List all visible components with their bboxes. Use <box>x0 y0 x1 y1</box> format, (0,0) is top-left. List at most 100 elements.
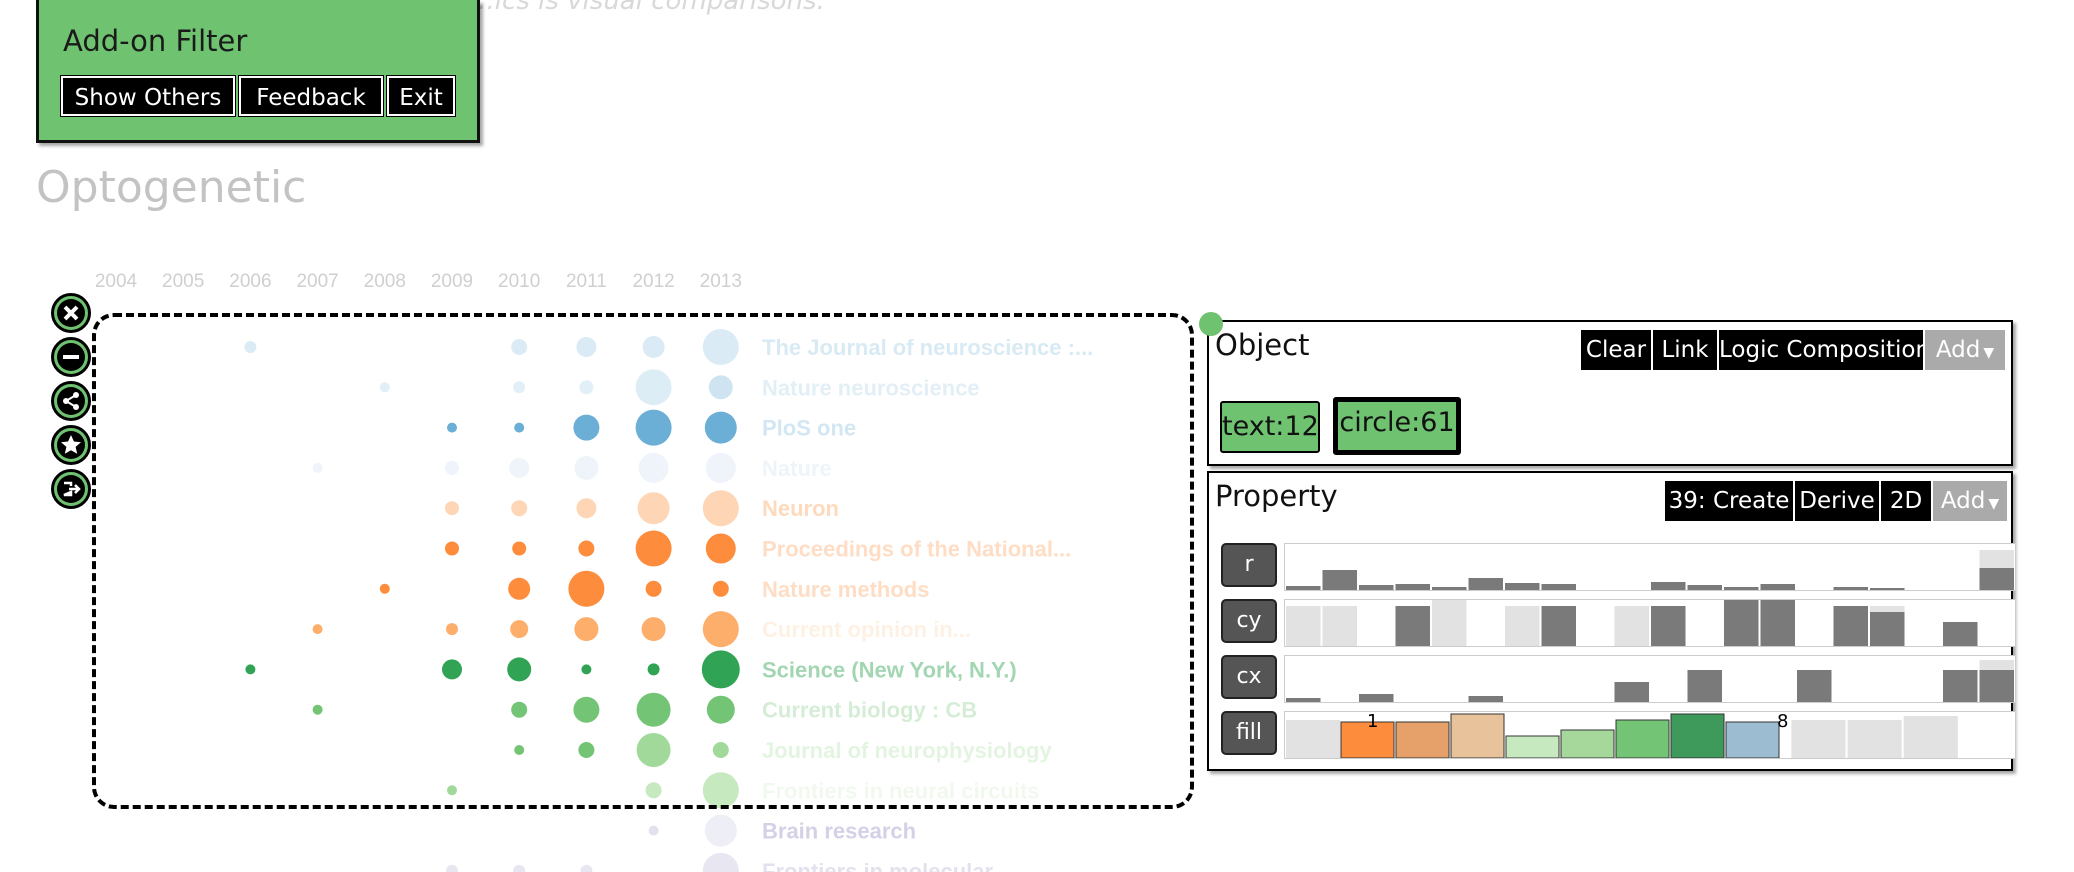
histogram-bar[interactable] <box>1505 583 1540 590</box>
histogram-bar[interactable] <box>1687 670 1723 702</box>
histogram-bar[interactable] <box>1760 584 1796 590</box>
close-tool-button[interactable] <box>51 293 91 333</box>
data-bubble[interactable] <box>648 825 659 836</box>
property-panel-title: Property <box>1215 479 1338 513</box>
histogram-bar[interactable] <box>1833 606 1869 646</box>
histogram-bar[interactable] <box>1468 696 1504 702</box>
histogram-bg-bar <box>1614 606 1649 646</box>
link-button[interactable]: Link <box>1653 330 1719 370</box>
chevron-down-icon: ▼ <box>1983 345 1995 361</box>
page-title: Optogenetic <box>36 162 307 213</box>
histogram-r-bars <box>1286 550 2015 590</box>
object-add-label: Add <box>1935 337 1981 363</box>
histogram-bar[interactable] <box>1541 584 1577 590</box>
close-icon <box>57 299 85 327</box>
property-add-dropdown[interactable]: Add ▼ <box>1933 481 2007 521</box>
histogram-bar[interactable] <box>1651 606 1686 646</box>
property-cx-button[interactable]: cx <box>1221 655 1277 699</box>
histogram-bar[interactable] <box>1286 586 1321 590</box>
object-panel: Object Clear Link Logic Composition Add ▼… <box>1199 312 2013 466</box>
minimize-tool-button[interactable] <box>51 337 91 377</box>
object-chip-circle[interactable]: circle:61 <box>1333 397 1461 455</box>
histogram-bg-bar <box>1791 720 1846 758</box>
histogram-bg-bar <box>1322 606 1357 646</box>
journal-label: Frontiers in molecular... <box>762 859 1010 872</box>
histogram-bar[interactable] <box>1797 670 1832 702</box>
chevron-down-icon: ▼ <box>1988 496 2000 512</box>
histogram-bar[interactable] <box>1724 587 1759 590</box>
histogram-bar[interactable] <box>1541 606 1577 646</box>
derive-button[interactable]: Derive <box>1795 481 1881 521</box>
histogram-bar[interactable] <box>1870 588 1905 590</box>
year-label: 2013 <box>700 271 742 292</box>
histogram-bar[interactable] <box>1395 606 1431 646</box>
minus-icon <box>57 343 85 371</box>
fill-color-bar[interactable] <box>1615 719 1670 759</box>
property-cy-button[interactable]: cy <box>1221 599 1277 643</box>
property-fill-button[interactable]: fill <box>1221 711 1277 755</box>
logic-composition-button[interactable]: Logic Composition <box>1719 330 1930 370</box>
fill-color-bar[interactable] <box>1505 735 1560 759</box>
year-label: 2012 <box>632 271 674 292</box>
histogram-bg-bar <box>1432 598 1467 646</box>
histogram-bar[interactable] <box>1760 598 1796 646</box>
object-chip-text[interactable]: text:12 <box>1220 401 1320 453</box>
data-bubble[interactable] <box>704 814 737 847</box>
histogram-bar[interactable] <box>1614 682 1650 702</box>
histogram-cx[interactable] <box>1284 655 2016 703</box>
histogram-bar[interactable] <box>1687 585 1723 590</box>
show-others-button[interactable]: Show Others <box>60 75 236 117</box>
histogram-bg-bar <box>1286 606 1321 646</box>
histogram-bg-bar <box>1505 606 1540 646</box>
histogram-bar[interactable] <box>1833 587 1869 590</box>
exit-tool-button[interactable] <box>51 469 91 509</box>
object-panel-title: Object <box>1215 328 1310 362</box>
data-bubble[interactable] <box>446 864 458 872</box>
histogram-bar[interactable] <box>1651 582 1686 590</box>
histogram-bar[interactable] <box>1979 568 2015 590</box>
histogram-cx-bars <box>1286 660 2015 702</box>
exit-button[interactable]: Exit <box>386 75 456 117</box>
histogram-bar[interactable] <box>1979 670 2015 702</box>
histogram-bar[interactable] <box>1724 598 1759 646</box>
feedback-button[interactable]: Feedback <box>238 75 384 117</box>
object-add-dropdown[interactable]: Add ▼ <box>1925 330 2005 370</box>
fill-color-bar[interactable] <box>1725 721 1780 759</box>
share-icon <box>57 387 85 415</box>
histogram-bar[interactable] <box>1943 670 1978 702</box>
histogram-bar[interactable] <box>1468 578 1504 590</box>
year-axis: 2004 2005 2006 2007 2008 2009 2010 2011 2012 2013 <box>95 271 742 292</box>
fill-color-bar[interactable] <box>1670 713 1725 759</box>
histogram-cy[interactable] <box>1284 598 2016 647</box>
share-tool-button[interactable] <box>51 381 91 421</box>
histogram-r[interactable] <box>1284 543 2016 591</box>
histogram-bar[interactable] <box>1286 698 1321 702</box>
histogram-bar[interactable] <box>1322 570 1358 590</box>
fill-color-bar[interactable] <box>1560 729 1615 759</box>
histogram-bar[interactable] <box>1359 694 1394 702</box>
selection-lasso[interactable] <box>92 313 1194 809</box>
histogram-fill[interactable] <box>1284 711 2016 759</box>
histogram-bg-bar <box>1286 720 1341 758</box>
exit-icon <box>57 475 85 503</box>
fill-color-bar[interactable] <box>1395 721 1450 759</box>
histogram-bar[interactable] <box>1359 585 1394 590</box>
histogram-bg-bar <box>1847 720 1902 758</box>
year-label: 2010 <box>498 271 540 292</box>
fill-color-bar[interactable] <box>1450 713 1505 759</box>
data-bubble[interactable] <box>702 852 739 872</box>
histogram-bg-bar <box>1903 716 1958 758</box>
property-r-button[interactable]: r <box>1221 543 1277 587</box>
clear-button[interactable]: Clear <box>1581 330 1653 370</box>
star-tool-button[interactable] <box>51 425 91 465</box>
histogram-bar[interactable] <box>1432 587 1467 590</box>
fill-range-start: 1 <box>1367 711 1379 732</box>
histogram-bar[interactable] <box>1870 612 1905 646</box>
data-bubble[interactable] <box>580 864 593 872</box>
histogram-bar[interactable] <box>1395 584 1431 590</box>
data-bubble[interactable] <box>513 864 526 872</box>
create-button[interactable]: 39: Create <box>1665 481 1795 521</box>
year-label: 2009 <box>431 271 473 292</box>
histogram-bar[interactable] <box>1943 622 1978 646</box>
2d-button[interactable]: 2D <box>1881 481 1933 521</box>
